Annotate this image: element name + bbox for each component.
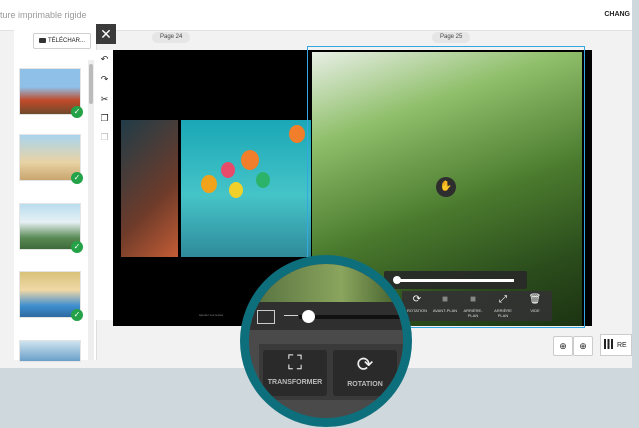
layer-back-icon: ■ [469,294,477,305]
magnified-photo [249,264,403,302]
rotate-icon: ⟳ [412,294,422,305]
hand-icon[interactable]: ✋ [436,177,456,197]
copy-icon[interactable]: ❐ [99,113,110,124]
trash-icon: 🗑 [528,294,542,305]
add-page-before-icon[interactable]: ⊕ [553,336,573,356]
front-button[interactable]: ■ AVANT-PLAN [432,294,458,313]
thumbnail-sidebar: TÉLÉCHAR... ✓ ✓ ✓ ✓ [14,30,97,362]
zoom-track [394,279,514,282]
thumbnail-image [20,204,80,249]
paste-icon[interactable]: ❐ [99,132,110,143]
scrollbar-handle[interactable] [89,64,93,104]
balloon [289,125,305,143]
balloon [241,150,259,170]
redo-icon[interactable]: ↷ [99,74,110,85]
check-icon: ✓ [71,106,83,118]
page-label-left: Page 24 [152,32,191,43]
rotation-button[interactable]: ⟳ ROTATION [404,294,430,313]
grid-view-button[interactable]: RE [600,334,632,356]
cut-icon[interactable]: ✂ [99,94,110,105]
check-icon: ✓ [71,309,83,321]
document-title: ture imprimable rigide [0,10,87,20]
layer-front-icon: ■ [441,294,449,305]
magnified-zoom-knob[interactable] [302,310,315,323]
check-icon: ✓ [71,172,83,184]
change-button[interactable]: CHANG [604,11,630,18]
thumbnail-image [20,272,80,317]
grid-icon [257,310,275,324]
check-icon: ✓ [71,241,83,253]
back-button[interactable]: ■ ARRIÈRE-PLAN [460,294,486,318]
add-page-after-icon[interactable]: ⊕ [573,336,593,356]
background-button[interactable]: ⤢ ARRIÈRE PLAN [490,294,516,318]
magnified-rotation-button[interactable]: ⟳ ROTATION [333,350,397,396]
expand-icon: ⤢ [499,294,507,305]
download-label: TÉLÉCHAR... [48,38,86,44]
photo-thumbnail[interactable]: ✓ [19,271,83,321]
close-button[interactable]: ✕ [96,24,116,44]
transform-button[interactable]: ⛶ TRANSFORMER [263,350,327,396]
thumbnail-image [20,341,80,361]
thumbnail-image [20,69,80,114]
photo-tools: ⟳ ROTATION ■ AVANT-PLAN ■ ARRIÈRE-PLAN ⤢ ARR… [402,291,552,321]
balloon [221,162,235,178]
top-bar: ture imprimable rigide CHANG [0,0,632,31]
delete-button[interactable]: 🗑 VIDE [522,294,548,313]
magnified-tools: ⛶ TRANSFORMER ⟳ ROTATION [259,344,403,400]
grid-icon [604,339,614,349]
photo-girl-sparklers[interactable] [121,120,178,257]
balloon [229,182,243,198]
rotate-icon: ⟳ [356,354,374,376]
undo-icon[interactable]: ↶ [99,54,110,65]
photo-girl-balloons[interactable] [181,120,311,257]
thumbnail-image [20,135,80,180]
minus-icon: — [284,306,298,322]
folder-icon [39,38,46,43]
magnifier-lens: — ⛶ TRANSFORMER ⟳ ROTATION [240,255,412,427]
photo-thumbnail[interactable]: ✓ [19,68,83,118]
balloon [201,175,217,193]
sidebar-scrollbar[interactable] [88,60,94,360]
photo-thumbnail[interactable]: ✓ [19,203,83,253]
magnified-zoom-slider[interactable]: — [249,302,403,330]
download-button[interactable]: TÉLÉCHAR... [33,33,92,49]
page-label-right: Page 25 [432,32,471,43]
magnified-area: — ⛶ TRANSFORMER ⟳ ROTATION [249,264,403,418]
edit-toolbar: ↶ ↷ ✂ ❐ ❐ [96,50,113,320]
transform-icon: ⛶ [288,352,302,374]
balloon [256,172,270,188]
photo-thumbnail[interactable]: ✓ [19,134,83,184]
photo-thumbnail[interactable] [19,340,81,362]
zoom-slider[interactable] [384,271,527,289]
